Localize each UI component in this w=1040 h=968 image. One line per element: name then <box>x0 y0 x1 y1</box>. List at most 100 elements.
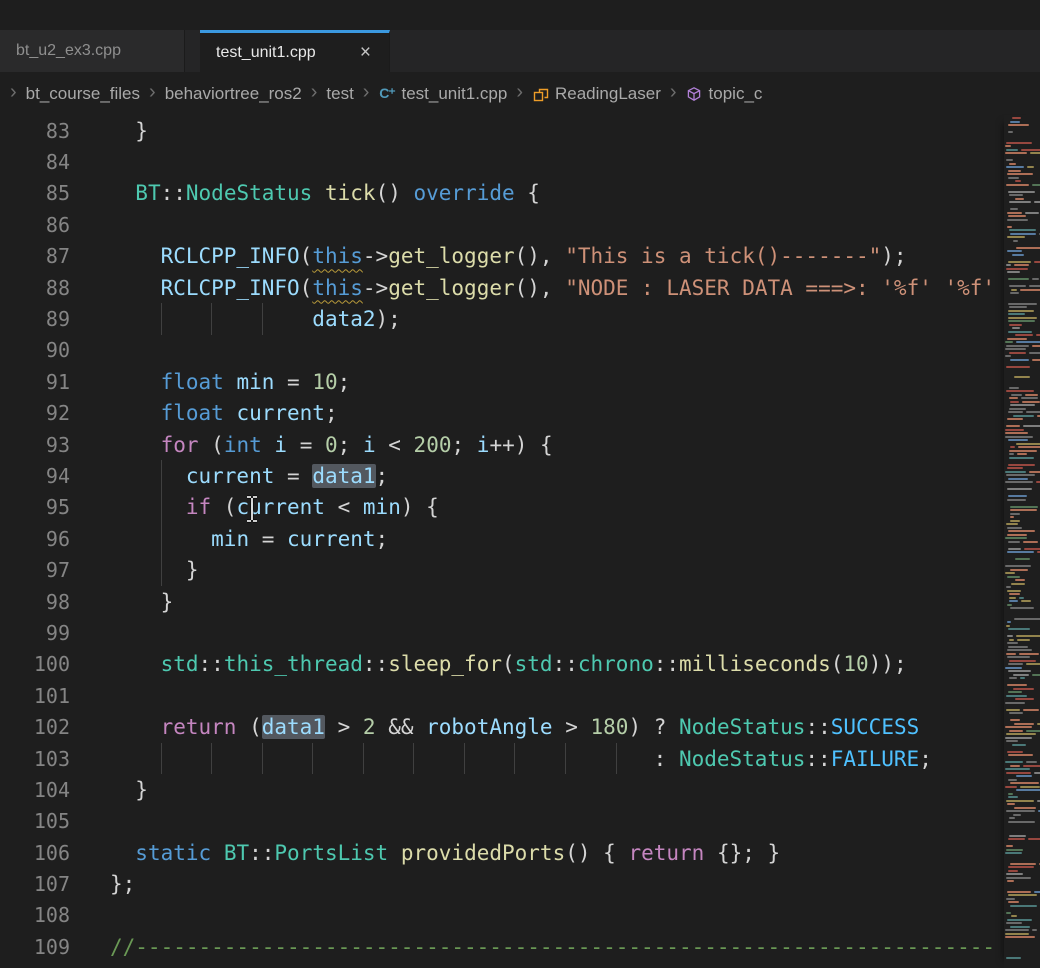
minimap-line <box>1010 782 1039 784</box>
code-line[interactable]: 101 <box>0 680 1004 711</box>
code-line[interactable]: 106 static BT::PortsList providedPorts()… <box>0 837 1004 868</box>
chevron-right-icon: › <box>10 81 17 104</box>
code-line[interactable]: 95 if (current < min) { <box>0 492 1004 523</box>
code-line[interactable]: 96 min = current; <box>0 523 1004 554</box>
code-line[interactable]: 91 float min = 10; <box>0 366 1004 397</box>
code-editor[interactable]: 83 }8485 BT::NodeStatus tick() override … <box>0 115 1004 968</box>
code-line-content: min = current; <box>110 523 388 554</box>
code-line[interactable]: 109//-----------------------------------… <box>0 931 1004 962</box>
minimap-line <box>1015 334 1033 336</box>
code-token: "NODE : LASER DATA ===>: '%f' '%f' <box>565 276 995 300</box>
minimap-line <box>1005 348 1025 350</box>
code-line-content: }; <box>110 868 135 899</box>
code-line[interactable]: 86 <box>0 209 1004 240</box>
code-line[interactable]: 98 } <box>0 586 1004 617</box>
minimap-line <box>1007 212 1022 214</box>
minimap-line <box>1025 394 1037 396</box>
code-line[interactable]: 97 } <box>0 554 1004 585</box>
vscode-window: bt_u2_ex3.cpp test_unit1.cpp × › bt_cour… <box>0 0 1040 968</box>
minimap-line <box>1010 233 1036 235</box>
code-line-content: float current; <box>110 398 338 429</box>
close-icon[interactable]: × <box>358 43 373 62</box>
minimap-line <box>1011 394 1022 396</box>
breadcrumb-item-test-unit1-cpp[interactable]: C⁺ test_unit1.cpp <box>378 84 507 104</box>
minimap[interactable] <box>1004 115 1040 968</box>
minimap-line <box>1009 450 1037 452</box>
minimap-line <box>1009 285 1026 287</box>
tab-test_unit1-cpp[interactable]: test_unit1.cpp × <box>200 30 390 72</box>
minimap-line <box>1005 481 1033 483</box>
minimap-line <box>1010 509 1037 511</box>
breadcrumb-item-behaviortree-ros2[interactable]: behaviortree_ros2 <box>165 84 302 104</box>
breadcrumb-item-test[interactable]: test <box>326 84 353 104</box>
minimap-line <box>1009 408 1026 410</box>
minimap-line <box>1007 527 1023 529</box>
code-token: int <box>224 433 262 457</box>
indent-guide <box>161 492 162 523</box>
minimap-line <box>1016 775 1033 777</box>
breadcrumb-item-topic[interactable]: topic_c <box>686 84 763 104</box>
breadcrumb-item-bt-course-files[interactable]: bt_course_files <box>26 84 140 104</box>
code-line[interactable]: 90 <box>0 335 1004 366</box>
code-token <box>110 244 161 268</box>
code-line[interactable]: 107}; <box>0 868 1004 899</box>
code-line[interactable]: 87 RCLCPP_INFO(this->get_logger(), "This… <box>0 241 1004 272</box>
code-token: ); <box>881 244 906 268</box>
code-line[interactable]: 102 return (data1 > 2 && robotAngle > 18… <box>0 711 1004 742</box>
breadcrumb-item-readinglaser[interactable]: ReadingLaser <box>532 84 661 104</box>
minimap-line <box>1010 765 1020 767</box>
code-line-content: //--------------------------------------… <box>110 931 995 962</box>
indent-guide <box>161 743 162 774</box>
minimap-line <box>1006 922 1023 924</box>
minimap-line <box>1032 929 1037 931</box>
tab-bt_u2_ex3-cpp[interactable]: bt_u2_ex3.cpp <box>0 30 185 72</box>
code-line[interactable]: 105 <box>0 806 1004 837</box>
code-line[interactable]: 84 <box>0 146 1004 177</box>
code-line[interactable]: 88 RCLCPP_INFO(this->get_logger(), "NODE… <box>0 272 1004 303</box>
minimap-line <box>1015 198 1024 200</box>
code-line[interactable]: 83 } <box>0 115 1004 146</box>
minimap-line <box>1023 541 1039 543</box>
code-line[interactable]: 94 current = data1; <box>0 460 1004 491</box>
code-line[interactable]: 93 for (int i = 0; i < 200; i++) { <box>0 429 1004 460</box>
minimap-line <box>1008 313 1025 315</box>
minimap-line <box>1008 439 1028 441</box>
minimap-line <box>1009 352 1026 354</box>
minimap-line <box>1009 306 1027 308</box>
minimap-line <box>1005 702 1025 704</box>
minimap-line <box>1008 464 1035 466</box>
code-line[interactable]: 99 <box>0 617 1004 648</box>
minimap-line <box>1027 166 1034 168</box>
minimap-line <box>1005 152 1026 154</box>
code-token: < <box>376 433 414 457</box>
line-number: 107 <box>0 872 70 896</box>
line-number: 97 <box>0 558 70 582</box>
code-line[interactable]: 89 data2); <box>0 303 1004 334</box>
minimap-line <box>1007 271 1020 273</box>
code-line[interactable]: 104 } <box>0 774 1004 805</box>
minimap-line <box>1009 453 1014 455</box>
code-token: current <box>287 527 376 551</box>
code-line[interactable]: 103 : NodeStatus::FAILURE; <box>0 743 1004 774</box>
minimap-line <box>1018 446 1040 448</box>
minimap-line <box>1009 593 1021 595</box>
code-line[interactable]: 108 <box>0 900 1004 931</box>
minimap-line <box>1006 345 1028 347</box>
minimap-line <box>1032 359 1040 361</box>
minimap-line <box>1007 604 1012 606</box>
code-line[interactable]: 92 float current; <box>0 398 1004 429</box>
code-line-content: data2); <box>110 303 401 334</box>
code-line[interactable]: 85 BT::NodeStatus tick() override { <box>0 178 1004 209</box>
minimap-line <box>1007 219 1028 221</box>
minimap-line <box>1011 915 1016 917</box>
tab-label: bt_u2_ex3.cpp <box>16 42 121 60</box>
code-token: return <box>628 841 704 865</box>
minimap-line <box>1005 852 1022 854</box>
code-line[interactable]: 100 std::this_thread::sleep_for(std::chr… <box>0 649 1004 680</box>
code-token <box>110 652 161 676</box>
code-token: :: <box>805 747 830 771</box>
minimap-line <box>1005 929 1029 931</box>
code-token: data2 <box>312 307 375 331</box>
minimap-line <box>1017 453 1027 455</box>
code-token: NodeStatus <box>679 715 805 739</box>
